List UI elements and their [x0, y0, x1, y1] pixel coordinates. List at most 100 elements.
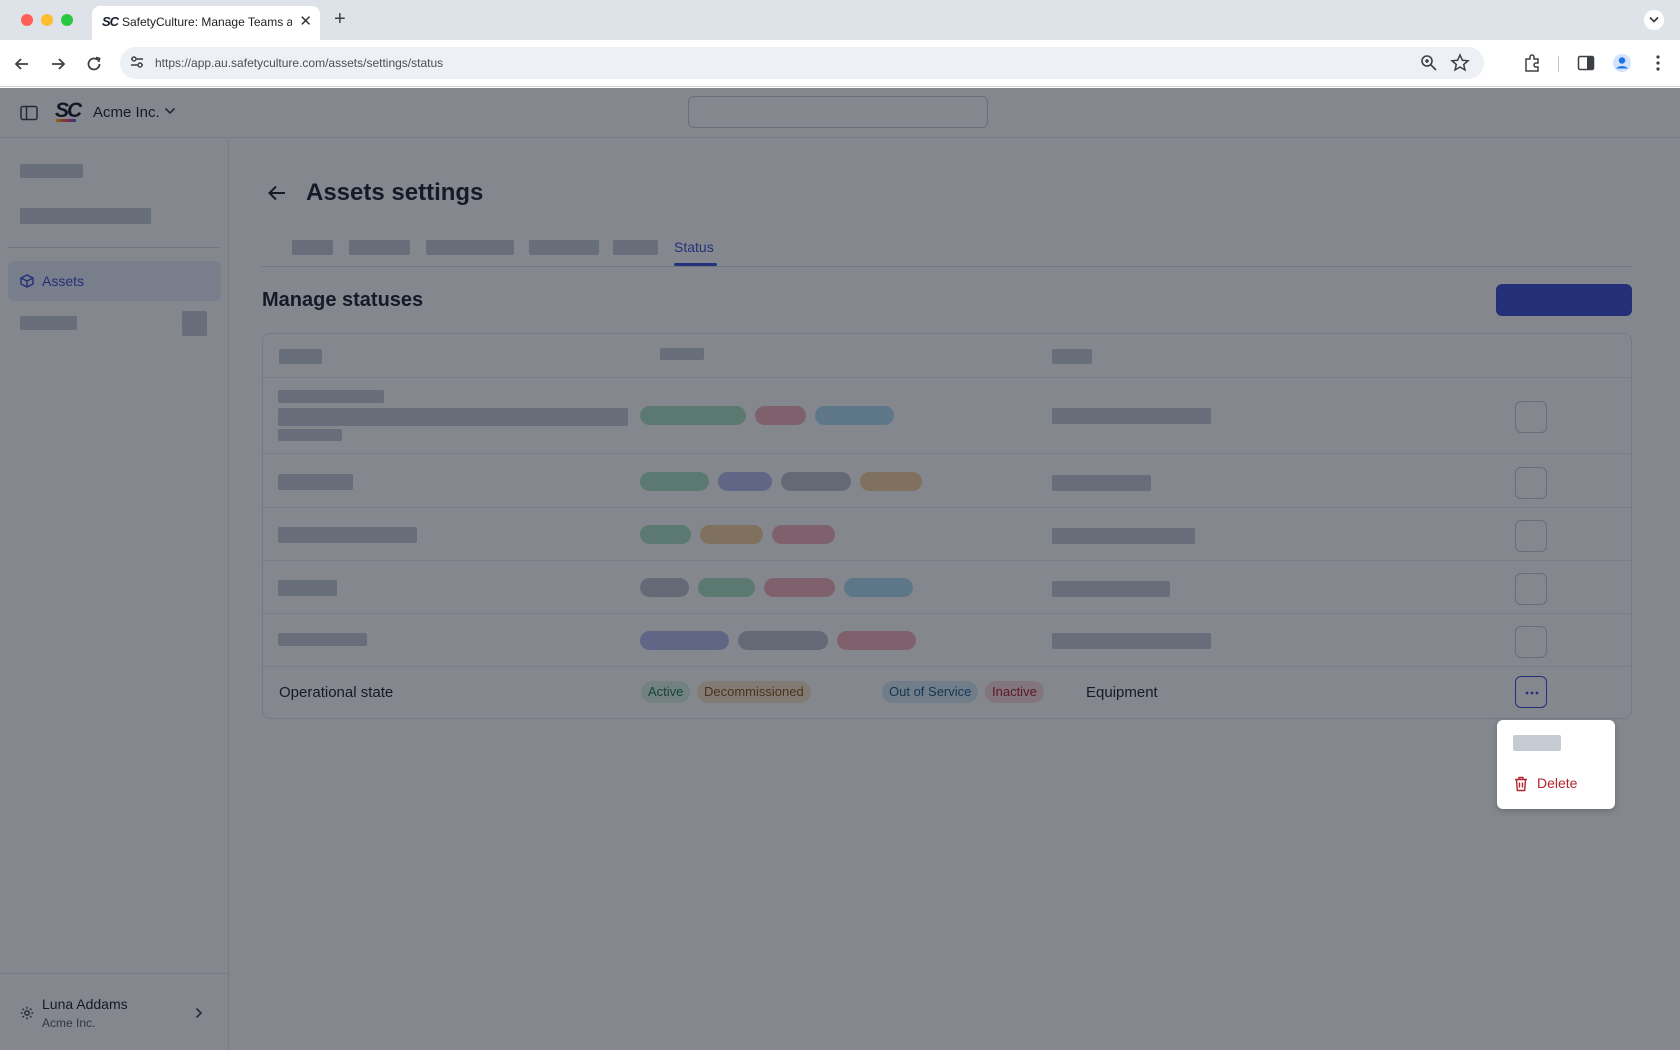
profile-avatar-icon[interactable]: [1612, 53, 1632, 73]
extensions-icon[interactable]: [1522, 53, 1542, 73]
status-pill-placeholder: [640, 631, 729, 650]
status-pill-placeholder: [837, 631, 916, 650]
status-pill-placeholder: [844, 578, 913, 597]
sidebar-placeholder: [20, 316, 77, 330]
row-actions-button[interactable]: [1515, 520, 1547, 552]
row-name-placeholder: [278, 527, 417, 543]
row-actions-menu: Delete: [1497, 720, 1615, 809]
status-pill-placeholder: [640, 406, 746, 425]
tab-search-button[interactable]: [1644, 10, 1664, 30]
status-pill-placeholder: [640, 525, 691, 544]
app-header: SC Acme Inc.: [0, 88, 1680, 138]
status-pill-placeholder: [640, 578, 689, 597]
cube-icon: [20, 274, 34, 288]
org-switcher-label[interactable]: Acme Inc.: [93, 104, 160, 121]
statuses-table: Operational state Active Decommissioned …: [262, 333, 1632, 719]
row-actions-button[interactable]: [1515, 467, 1547, 499]
safetyculture-favicon-icon: SC: [102, 14, 119, 29]
tab-placeholder[interactable]: [349, 240, 410, 255]
menu-item-placeholder[interactable]: [1513, 735, 1561, 751]
status-pill-placeholder: [772, 525, 835, 544]
chevron-right-icon: [195, 1007, 203, 1019]
sidebar: Assets Luna Addams Acme Inc.: [0, 139, 229, 1050]
bookmark-star-icon[interactable]: [1450, 53, 1470, 73]
row-name-placeholder: [278, 580, 337, 596]
row-type-placeholder: [1052, 528, 1195, 544]
toolbar-divider: [1558, 56, 1559, 72]
user-org: Acme Inc.: [42, 1016, 96, 1030]
sidebar-item-assets[interactable]: Assets: [8, 261, 221, 301]
minimize-window-button[interactable]: [41, 14, 53, 26]
browser-menu-icon[interactable]: [1648, 53, 1668, 73]
tab-placeholder[interactable]: [426, 240, 514, 255]
sidebar-item-label: Assets: [42, 273, 85, 289]
address-bar[interactable]: https://app.au.safetyculture.com/assets/…: [120, 47, 1484, 79]
row-type-placeholder: [1052, 581, 1170, 597]
site-settings-icon[interactable]: [130, 55, 144, 69]
delete-label: Delete: [1537, 775, 1578, 791]
sidebar-placeholder: [182, 311, 207, 336]
forward-arrow-icon[interactable]: [48, 54, 68, 74]
user-name: Luna Addams: [42, 996, 128, 1012]
row-divider: [263, 613, 1631, 614]
status-pill-placeholder: [755, 406, 806, 425]
row-actions-button[interactable]: [1515, 573, 1547, 605]
more-options-icon: [1525, 691, 1539, 695]
status-badge: Active: [641, 681, 691, 703]
row-actions-button[interactable]: [1515, 401, 1547, 433]
status-badge: Out of Service: [882, 681, 979, 703]
row-divider: [263, 666, 1631, 667]
status-badge: Inactive: [985, 681, 1044, 703]
gear-icon: [20, 1006, 34, 1020]
row-divider: [263, 560, 1631, 561]
tab-placeholder[interactable]: [292, 240, 333, 255]
status-set-name: Operational state: [279, 684, 394, 701]
zoom-icon[interactable]: [1420, 54, 1438, 72]
reload-icon[interactable]: [84, 54, 104, 74]
row-actions-button[interactable]: [1515, 676, 1547, 708]
column-header-placeholder: [279, 349, 322, 364]
browser-tabstrip: SC SafetyCulture: Manage Teams and... ✕ …: [0, 0, 1680, 40]
row-actions-button[interactable]: [1515, 626, 1547, 658]
status-pill-placeholder: [860, 472, 922, 491]
status-pill-placeholder: [781, 472, 851, 491]
row-type-placeholder: [1052, 633, 1211, 649]
status-pill-placeholder: [815, 406, 894, 425]
chevron-down-icon[interactable]: [164, 107, 176, 115]
tab-status[interactable]: Status: [674, 239, 714, 255]
back-arrow-icon[interactable]: [266, 183, 288, 203]
row-name-placeholder: [278, 408, 628, 426]
delete-menu-item[interactable]: Delete: [1499, 765, 1612, 803]
section-title: Manage statuses: [262, 289, 424, 311]
browser-tab[interactable]: SC SafetyCulture: Manage Teams and... ✕: [92, 6, 320, 40]
tabs-divider: [262, 266, 1632, 267]
status-badge: Decommissioned: [697, 681, 811, 703]
row-divider: [263, 507, 1631, 508]
sidebar-toggle-icon[interactable]: [20, 105, 38, 121]
side-panel-icon[interactable]: [1576, 53, 1596, 73]
url-text: https://app.au.safetyculture.com/assets/…: [155, 56, 444, 70]
status-pill-placeholder: [698, 578, 755, 597]
create-status-button[interactable]: [1496, 284, 1632, 316]
sidebar-placeholder: [20, 208, 151, 224]
row-type-placeholder: [1052, 475, 1151, 491]
trash-icon: [1515, 776, 1527, 792]
back-arrow-icon[interactable]: [12, 54, 32, 74]
new-tab-icon[interactable]: +: [334, 8, 346, 31]
column-header-placeholder: [1052, 349, 1092, 364]
tab-placeholder[interactable]: [613, 240, 658, 255]
row-type-placeholder: [1052, 408, 1211, 424]
global-search-input[interactable]: [688, 96, 988, 128]
row-name-placeholder: [278, 429, 342, 441]
user-profile-button[interactable]: Luna Addams Acme Inc.: [0, 973, 229, 1050]
column-header-placeholder: [660, 348, 704, 360]
asset-type: Equipment: [1086, 684, 1158, 701]
safetyculture-logo[interactable]: SC: [55, 99, 82, 123]
tab-placeholder[interactable]: [529, 240, 599, 255]
row-name-placeholder: [278, 474, 353, 490]
maximize-window-button[interactable]: [61, 14, 73, 26]
close-tab-icon[interactable]: ✕: [299, 12, 312, 30]
row-divider: [263, 377, 1631, 378]
close-window-button[interactable]: [21, 14, 33, 26]
page-title: Assets settings: [306, 179, 484, 206]
